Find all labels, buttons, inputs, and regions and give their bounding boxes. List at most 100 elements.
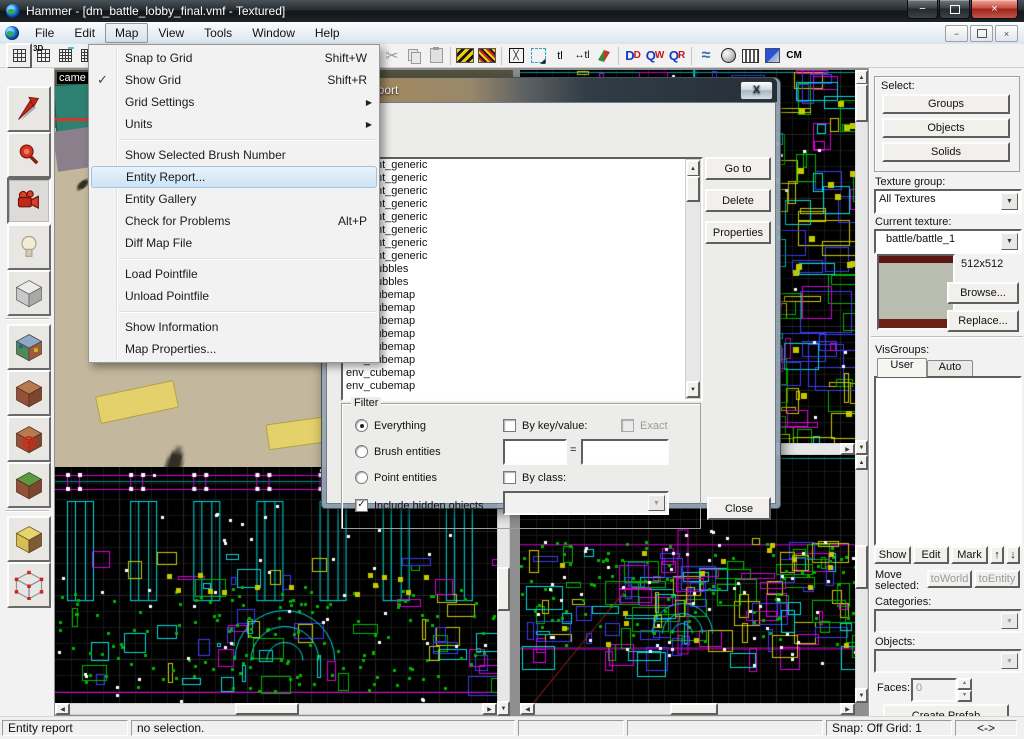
entity-list-item[interactable]: ambient_generic bbox=[343, 237, 701, 250]
scroll-right-arrow[interactable]: ▶ bbox=[840, 443, 855, 455]
replace-button[interactable]: Replace... bbox=[947, 310, 1019, 332]
cut-icon[interactable]: ✂ bbox=[381, 45, 403, 67]
scroll-down-arrow[interactable]: ▼ bbox=[686, 381, 700, 398]
menu-item-diff-map-file[interactable]: Diff Map File bbox=[89, 232, 379, 254]
texture-group-combo[interactable]: All Textures ▼ bbox=[874, 189, 1022, 214]
scroll-left-arrow[interactable]: ◀ bbox=[55, 703, 70, 715]
categories-combo[interactable]: ▼ bbox=[874, 609, 1022, 633]
vertex-tool-button[interactable] bbox=[7, 562, 51, 608]
entity-list-item[interactable]: env_cubemap bbox=[343, 341, 701, 354]
radio-point-entities[interactable]: Point entities bbox=[355, 471, 437, 484]
combo-arrow-icon[interactable]: ▼ bbox=[1001, 233, 1018, 250]
sphere-icon[interactable] bbox=[717, 45, 739, 67]
scroll-down-arrow[interactable]: ▼ bbox=[497, 701, 510, 716]
toworld-button[interactable]: toWorld bbox=[927, 570, 972, 588]
scroll-up-arrow[interactable]: ▲ bbox=[686, 160, 700, 177]
menu-item-show-selected-brush-number[interactable]: Show Selected Brush Number bbox=[89, 144, 379, 166]
minimize-button[interactable]: − bbox=[907, 0, 938, 19]
scrollbar-horizontal-bottom-left[interactable]: ◀ ▶ bbox=[55, 703, 497, 715]
toentity-button[interactable]: toEntity bbox=[974, 570, 1020, 588]
checkbox-exact[interactable]: ✓Exact bbox=[621, 419, 668, 432]
toggle-grid-icon[interactable] bbox=[6, 43, 32, 69]
menu-item-units[interactable]: Units▶ bbox=[89, 113, 379, 135]
mdi-close-button[interactable]: × bbox=[995, 25, 1018, 42]
scroll-thumb[interactable] bbox=[686, 176, 700, 202]
entity-list-item[interactable]: ambient_generic bbox=[343, 185, 701, 198]
blend-icon[interactable] bbox=[761, 45, 783, 67]
scrollbar-vertical-bottom-right[interactable]: ▲ ▼ bbox=[855, 455, 868, 703]
checkbox-by-keyvalue[interactable]: ✓By key/value: bbox=[503, 419, 587, 432]
copy-icon[interactable] bbox=[403, 45, 425, 67]
texture-lock-icon[interactable]: tl bbox=[549, 45, 571, 67]
scroll-thumb[interactable] bbox=[855, 84, 868, 122]
hide-selected-icon[interactable] bbox=[454, 45, 476, 67]
goto-button[interactable]: Go to bbox=[705, 157, 771, 180]
block-tool-button[interactable] bbox=[7, 270, 51, 316]
objects-combo[interactable]: ▼ bbox=[874, 649, 1022, 673]
scroll-left-arrow[interactable]: ◀ bbox=[520, 703, 535, 715]
mdi-minimize-button[interactable]: − bbox=[945, 25, 968, 42]
move-down-button[interactable]: ↓ bbox=[1006, 546, 1020, 564]
scroll-down-arrow[interactable]: ▼ bbox=[855, 688, 868, 703]
menu-item-entity-gallery[interactable]: Entity Gallery bbox=[89, 188, 379, 210]
dialog-title-bar[interactable]: Entity Report X bbox=[325, 78, 777, 102]
entity-list[interactable]: ambient_generic ambient_generic ambient_… bbox=[341, 157, 703, 401]
current-texture-combo[interactable]: battle/battle_1 ▼ bbox=[874, 229, 1022, 254]
entity-list-item[interactable]: ambient_generic bbox=[343, 224, 701, 237]
faces-input[interactable]: 0 bbox=[911, 678, 957, 702]
menu-file[interactable]: File bbox=[25, 23, 64, 43]
tab-user[interactable]: User bbox=[877, 358, 927, 377]
split-face-icon[interactable] bbox=[593, 45, 615, 67]
toggle-dd-icon[interactable]: DD bbox=[622, 45, 644, 67]
dialog-close-button[interactable]: X bbox=[740, 81, 773, 100]
entity-list-item[interactable]: env_cubemap bbox=[343, 354, 701, 367]
scroll-up-arrow[interactable]: ▲ bbox=[855, 70, 868, 85]
radio-brush-entities[interactable]: Brush entities bbox=[355, 445, 441, 458]
tab-auto[interactable]: Auto bbox=[927, 360, 973, 377]
menu-item-snap-to-grid[interactable]: Snap to GridShift+W bbox=[89, 47, 379, 69]
scroll-thumb[interactable] bbox=[235, 703, 299, 715]
close-button[interactable]: × bbox=[971, 0, 1018, 19]
paste-icon[interactable] bbox=[425, 45, 447, 67]
entity-list-item[interactable]: ambient_generic bbox=[343, 172, 701, 185]
overlay-tool-button[interactable] bbox=[7, 462, 51, 508]
close-dialog-button[interactable]: Close bbox=[707, 497, 771, 520]
camera-tool-button[interactable] bbox=[7, 178, 51, 224]
auto-select-icon[interactable] bbox=[527, 45, 549, 67]
cm-icon[interactable]: CM bbox=[783, 45, 805, 67]
scroll-thumb[interactable] bbox=[855, 545, 868, 589]
scroll-thumb[interactable] bbox=[670, 703, 718, 715]
move-up-button[interactable]: ↑ bbox=[990, 546, 1004, 564]
clipping-tool-button[interactable] bbox=[7, 516, 51, 562]
entity-list-item[interactable]: env_cubemap bbox=[343, 289, 701, 302]
stepper-down-icon[interactable]: ▼ bbox=[957, 690, 972, 702]
menu-item-grid-settings[interactable]: Grid Settings▶ bbox=[89, 91, 379, 113]
magnify-tool-button[interactable] bbox=[7, 132, 51, 178]
menu-item-unload-pointfile[interactable]: Unload Pointfile bbox=[89, 285, 379, 307]
browse-button[interactable]: Browse... bbox=[947, 282, 1019, 304]
texture-application-tool-button[interactable] bbox=[7, 324, 51, 370]
properties-button[interactable]: Properties bbox=[705, 221, 771, 244]
stepper-up-icon[interactable]: ▲ bbox=[957, 678, 972, 690]
entity-list-item[interactable]: env_bubbles bbox=[343, 263, 701, 276]
restore-button[interactable] bbox=[939, 0, 970, 19]
faces-stepper[interactable]: ▲ ▼ bbox=[957, 678, 972, 698]
toggle-3d-grid-icon[interactable]: 3D bbox=[32, 45, 54, 67]
select-box-icon[interactable]: ╳ bbox=[505, 45, 527, 67]
entity-list-item[interactable]: env_cubemap bbox=[343, 302, 701, 315]
toggle-qw-icon[interactable]: QW bbox=[644, 45, 666, 67]
toggle-qr-icon[interactable]: QR bbox=[666, 45, 688, 67]
apply-decals-tool-button[interactable] bbox=[7, 416, 51, 462]
checkbox-by-class[interactable]: ✓By class: bbox=[503, 471, 566, 484]
entity-list-item[interactable]: ambient_generic bbox=[343, 250, 701, 263]
checkbox-include-hidden[interactable]: ✓Include hidden objects bbox=[355, 499, 483, 512]
smaller-grid-icon[interactable] bbox=[54, 45, 76, 67]
scroll-right-arrow[interactable]: ▶ bbox=[840, 703, 855, 715]
menu-item-show-grid[interactable]: ✓Show GridShift+R bbox=[89, 69, 379, 91]
scroll-thumb[interactable] bbox=[497, 567, 510, 611]
scroll-down-arrow[interactable]: ▼ bbox=[855, 440, 868, 455]
menu-item-check-for-problems[interactable]: Check for ProblemsAlt+P bbox=[89, 210, 379, 232]
texture-scale-lock-icon[interactable]: ↔tl bbox=[571, 45, 593, 67]
entity-list-scrollbar[interactable]: ▲ ▼ bbox=[685, 159, 701, 399]
value-input[interactable] bbox=[581, 439, 669, 465]
